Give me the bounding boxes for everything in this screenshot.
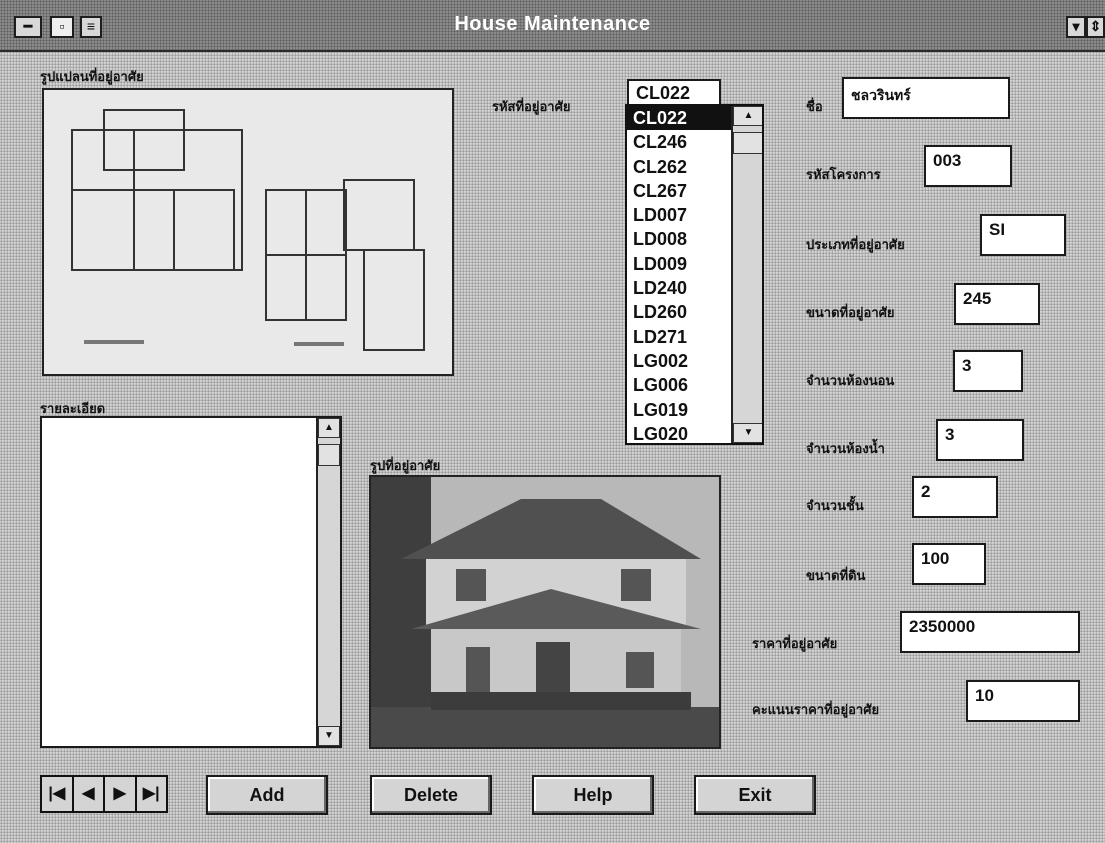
- maximize-button[interactable]: ⇕: [1086, 16, 1105, 38]
- list-item[interactable]: CL262: [627, 155, 731, 179]
- details-scrollbar[interactable]: ▲ ▼: [316, 418, 340, 746]
- project-code-label: รหัสโครงการ: [806, 168, 881, 183]
- delete-button[interactable]: Delete: [370, 775, 492, 815]
- list-item[interactable]: CL267: [627, 179, 731, 203]
- house-photo-image: [369, 475, 721, 749]
- house-type-input[interactable]: SI: [980, 214, 1066, 256]
- scroll-thumb[interactable]: [318, 444, 340, 466]
- details-textarea[interactable]: [40, 416, 342, 748]
- list-item[interactable]: LD009: [627, 252, 731, 276]
- price-score-input[interactable]: 10: [966, 680, 1080, 722]
- window-title: House Maintenance: [454, 13, 651, 35]
- record-navigator: |◀ ◀ ▶ ▶|: [40, 775, 168, 813]
- house-photo-drawing: [371, 477, 719, 747]
- price-label: ราคาที่อยู่อาศัย: [752, 637, 838, 652]
- help-button[interactable]: Help: [532, 775, 654, 815]
- house-photo-label: รูปที่อยู่อาศัย: [370, 459, 441, 474]
- floor-plan-drawing: [71, 109, 425, 351]
- list-item[interactable]: LG002: [627, 349, 731, 373]
- list-item[interactable]: LG006: [627, 373, 731, 397]
- list-item[interactable]: LD008: [627, 227, 731, 251]
- project-code-input[interactable]: 003: [924, 145, 1012, 187]
- house-size-label: ขนาดที่อยู่อาศัย: [806, 306, 895, 321]
- floors-label: จำนวนชั้น: [806, 499, 864, 514]
- list-item[interactable]: LD271: [627, 325, 731, 349]
- land-size-label: ขนาดที่ดิน: [806, 569, 866, 584]
- last-record-button[interactable]: ▶|: [137, 777, 167, 811]
- list-item[interactable]: LG020: [627, 422, 731, 443]
- bedrooms-label: จำนวนห้องนอน: [806, 374, 895, 389]
- previous-record-button[interactable]: ◀: [74, 777, 105, 811]
- scroll-down-arrow-icon[interactable]: ▼: [318, 726, 340, 746]
- land-size-input[interactable]: 100: [912, 543, 986, 585]
- house-code-input[interactable]: CL022: [627, 79, 721, 107]
- list-item[interactable]: CL022: [627, 106, 731, 131]
- floor-plan-image: [42, 88, 454, 376]
- list-item[interactable]: LD007: [627, 203, 731, 227]
- title-bar: ━ ▫ ≡ House Maintenance ▾ ⇕: [0, 0, 1105, 52]
- bedrooms-input[interactable]: 3: [953, 350, 1023, 392]
- scroll-up-arrow-icon[interactable]: ▲: [733, 106, 762, 126]
- scroll-thumb[interactable]: [733, 132, 762, 154]
- name-input[interactable]: ชลวรินทร์: [842, 77, 1010, 119]
- bathrooms-label: จำนวนห้องน้ำ: [806, 442, 885, 457]
- add-button[interactable]: Add: [206, 775, 328, 815]
- house-code-dropdown-list[interactable]: CL022 CL246 CL262 CL267 LD007 LD008 LD009 LD240…: [625, 104, 764, 445]
- floor-plan-label: รูปแปลนที่อยู่อาศัย: [40, 70, 144, 85]
- scroll-down-arrow-icon[interactable]: ▼: [733, 423, 762, 443]
- list-item[interactable]: LD260: [627, 300, 731, 324]
- first-record-button[interactable]: |◀: [42, 777, 74, 811]
- house-code-label: รหัสที่อยู่อาศัย: [492, 100, 571, 115]
- next-record-button[interactable]: ▶: [105, 777, 137, 811]
- house-size-input[interactable]: 245: [954, 283, 1040, 325]
- price-input[interactable]: 2350000: [900, 611, 1080, 653]
- scroll-up-arrow-icon[interactable]: ▲: [318, 418, 340, 438]
- floors-input[interactable]: 2: [912, 476, 998, 518]
- list-item[interactable]: CL246: [627, 130, 731, 154]
- list-item[interactable]: LD240: [627, 276, 731, 300]
- name-label: ชื่อ: [806, 100, 823, 115]
- minimize-button[interactable]: ▾: [1066, 16, 1086, 38]
- house-type-label: ประเภทที่อยู่อาศัย: [806, 238, 905, 253]
- list-item[interactable]: LG019: [627, 398, 731, 422]
- price-score-label: คะแนนราคาที่อยู่อาศัย: [752, 703, 880, 718]
- exit-button[interactable]: Exit: [694, 775, 816, 815]
- list-scrollbar[interactable]: ▲ ▼: [731, 106, 762, 443]
- bathrooms-input[interactable]: 3: [936, 419, 1024, 461]
